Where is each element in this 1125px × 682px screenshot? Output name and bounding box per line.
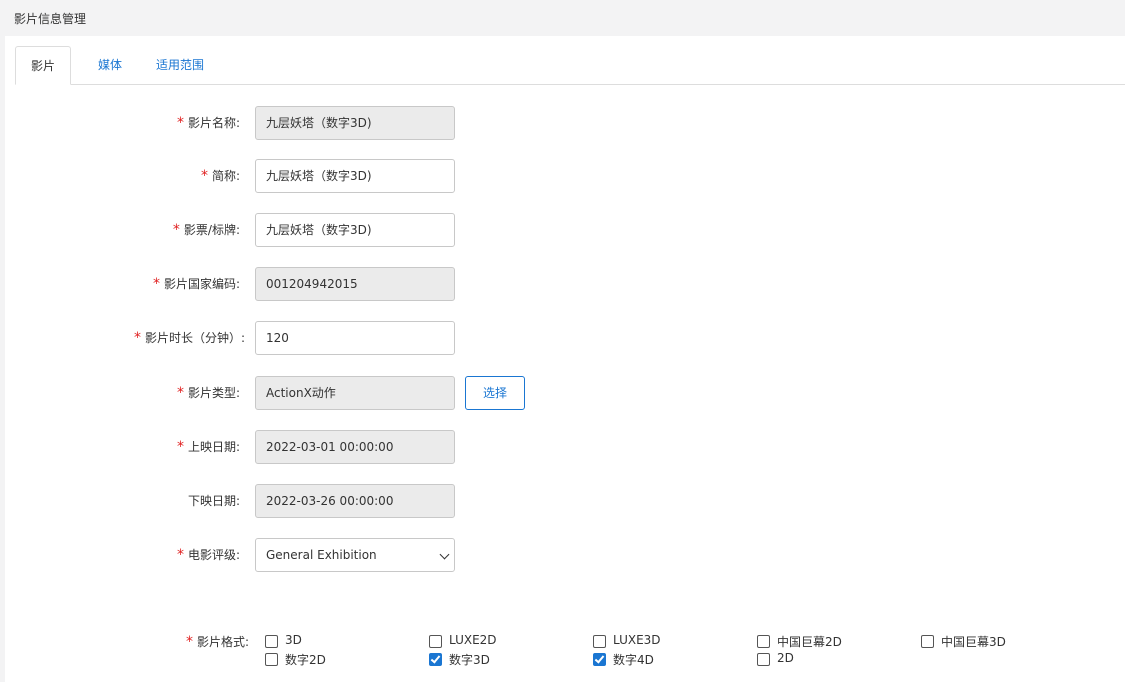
required-mark: *	[185, 634, 193, 650]
rating-select[interactable]: General Exhibition	[255, 538, 455, 572]
checkbox-icon[interactable]	[429, 635, 442, 648]
short-name-label: * 简称:	[200, 168, 240, 184]
film-type-input[interactable]: ActionX动作	[255, 376, 455, 410]
row-film-name: * 影片名称: 九层妖塔（数字3D)	[5, 106, 1125, 142]
page-title: 影片信息管理	[14, 12, 87, 26]
ticket-label-input[interactable]: 九层妖塔（数字3D)	[255, 213, 455, 247]
checkbox-icon[interactable]	[593, 635, 606, 648]
chevron-down-icon	[439, 549, 450, 560]
tab-bar: 影片 媒体 适用范围	[15, 46, 1125, 85]
tab-film[interactable]: 影片	[15, 46, 71, 85]
required-mark: *	[152, 276, 160, 292]
row-rating: * 电影评级: General Exhibition	[5, 538, 1125, 574]
row-short-name: * 简称: 九层妖塔（数字3D)	[5, 159, 1125, 195]
required-mark: *	[176, 115, 184, 131]
checkbox-icon[interactable]	[265, 653, 278, 666]
required-mark: *	[176, 439, 184, 455]
release-date-label: * 上映日期:	[176, 439, 240, 455]
required-mark: *	[200, 168, 208, 184]
formats-label: * 影片格式:	[185, 634, 249, 650]
film-name-label: * 影片名称:	[176, 115, 240, 131]
duration-label: * 影片时长（分钟）:	[133, 330, 245, 346]
row-ticket-label: * 影票/标牌: 九层妖塔（数字3D)	[5, 213, 1125, 249]
row-release-date: * 上映日期: 2022-03-01 00:00:00	[5, 430, 1125, 466]
film-type-label: * 影片类型:	[176, 385, 240, 401]
select-film-type-button[interactable]: 选择	[465, 376, 525, 410]
main-panel: 影片 媒体 适用范围 * 影片名称: 九层妖塔（数字3D) * 简称: 九层妖塔（数…	[5, 36, 1125, 682]
checkbox-checked-icon[interactable]	[429, 653, 442, 666]
checkbox-checked-icon[interactable]	[593, 653, 606, 666]
offline-date-label: 下映日期:	[187, 494, 240, 508]
required-mark: *	[133, 330, 141, 346]
short-name-input[interactable]: 九层妖塔（数字3D)	[255, 159, 455, 193]
tab-media[interactable]: 媒体	[83, 46, 137, 84]
ticket-label-label: * 影票/标牌:	[172, 222, 240, 238]
checkbox-icon[interactable]	[757, 653, 770, 666]
duration-input[interactable]: 120	[255, 321, 455, 355]
film-name-input[interactable]: 九层妖塔（数字3D)	[255, 106, 455, 140]
checkbox-icon[interactable]	[265, 635, 278, 648]
national-code-label: * 影片国家编码:	[152, 276, 240, 292]
offline-date-input[interactable]: 2022-03-26 00:00:00	[255, 484, 455, 518]
tab-scope[interactable]: 适用范围	[141, 46, 219, 84]
row-offline-date: 下映日期: 2022-03-26 00:00:00	[5, 484, 1125, 520]
required-mark: *	[172, 222, 180, 238]
required-mark: *	[176, 385, 184, 401]
rating-select-value: General Exhibition	[266, 548, 377, 562]
row-film-type: * 影片类型: ActionX动作 选择	[5, 376, 1125, 412]
row-duration: * 影片时长（分钟）: 120	[5, 321, 1125, 357]
row-national-code: * 影片国家编码: 001204942015	[5, 267, 1125, 303]
rating-label: * 电影评级:	[176, 547, 240, 563]
checkbox-icon[interactable]	[921, 635, 934, 648]
checkbox-icon[interactable]	[757, 635, 770, 648]
national-code-input[interactable]: 001204942015	[255, 267, 455, 301]
page-header: 影片信息管理	[0, 0, 1125, 36]
release-date-input[interactable]: 2022-03-01 00:00:00	[255, 430, 455, 464]
required-mark: *	[176, 547, 184, 563]
